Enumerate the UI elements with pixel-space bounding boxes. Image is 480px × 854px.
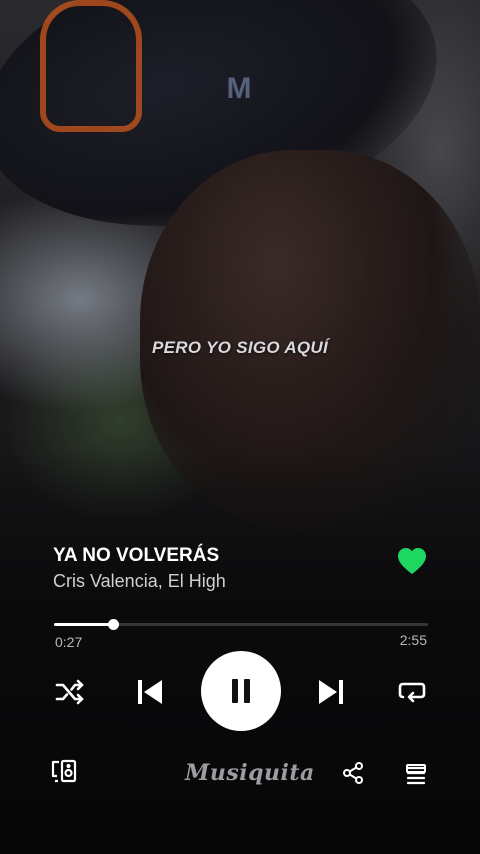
queue-icon xyxy=(406,764,426,785)
queue-button[interactable] xyxy=(403,761,429,787)
pause-button[interactable] xyxy=(201,651,281,731)
connect-device-icon xyxy=(51,759,77,783)
repeat-icon xyxy=(398,682,426,703)
progress-bar[interactable] xyxy=(54,619,428,630)
lyric-line: PERO YO SIGO AQUÍ xyxy=(151,338,329,357)
share-icon xyxy=(343,762,363,784)
previous-button[interactable] xyxy=(132,675,168,709)
like-button[interactable] xyxy=(397,547,427,575)
skip-previous-icon xyxy=(138,680,162,704)
total-time: 2:55 xyxy=(399,632,427,648)
next-button[interactable] xyxy=(313,675,349,709)
repeat-button[interactable] xyxy=(394,676,430,708)
background-cap-emblem: M xyxy=(226,72,252,105)
shuffle-button[interactable] xyxy=(52,676,88,708)
background-cap-logo xyxy=(40,0,142,132)
skip-next-icon xyxy=(319,680,343,704)
pause-icon xyxy=(232,679,250,703)
progress-knob[interactable] xyxy=(107,619,119,630)
heart-icon xyxy=(398,548,426,574)
elapsed-time: 0:27 xyxy=(55,634,83,650)
brand-logo-text: Musiquita xyxy=(185,760,315,786)
track-artist[interactable]: Cris Valencia, El High xyxy=(53,571,226,592)
progress-fill xyxy=(54,623,113,626)
share-button[interactable] xyxy=(340,760,366,786)
shuffle-icon xyxy=(55,679,84,705)
connect-device-button[interactable] xyxy=(49,757,79,785)
track-title[interactable]: YA NO VOLVERÁS xyxy=(53,545,219,567)
